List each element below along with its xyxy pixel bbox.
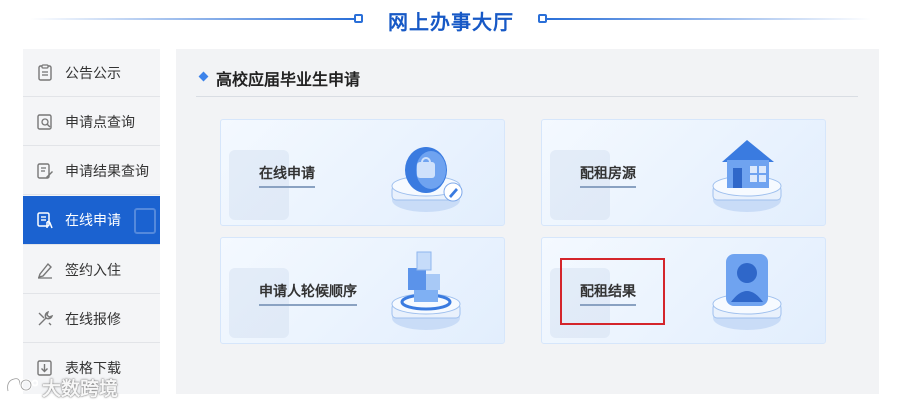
wrench-icon (35, 309, 55, 329)
sidebar-item-sign-checkin[interactable]: 签约入住 (23, 246, 160, 294)
section-title: 高校应届毕业生申请 (216, 72, 361, 89)
active-item-decoration (134, 208, 156, 234)
header-ornament-right (538, 14, 547, 23)
card-applicant-queue-order[interactable]: 申请人轮候顺序 (220, 237, 505, 344)
person-result-illustration (702, 246, 802, 338)
page-header: 网上办事大厅 (0, 0, 901, 40)
sidebar-item-online-apply[interactable]: 在线申请 (23, 196, 160, 245)
sidebar-item-label: 在线申请 (65, 212, 121, 228)
diamond-icon (198, 71, 209, 82)
watermark-text: 大数跨境 (42, 378, 119, 400)
highlight-box (560, 258, 665, 325)
watermark: 大数跨境 (4, 372, 118, 402)
sidebar-item-label: 申请结果查询 (65, 162, 149, 179)
sidebar-item-label: 申请点查询 (65, 113, 135, 130)
header-line-left (30, 18, 354, 20)
edit-doc-icon (35, 161, 55, 181)
sidebar-item-label: 公告公示 (65, 64, 121, 81)
main-panel: 高校应届毕业生申请 在线申请 配租房源 申请人轮候顺序 配租结果 (176, 49, 879, 394)
card-label: 配租房源 (580, 163, 636, 188)
search-doc-icon (35, 112, 55, 132)
sidebar-item-label: 在线报修 (65, 310, 121, 327)
sidebar-item-online-repair[interactable]: 在线报修 (23, 295, 160, 343)
header-ornament-left (354, 14, 363, 23)
sidebar-item-label: 签约入住 (65, 261, 121, 278)
sidebar-item-result-query[interactable]: 申请结果查询 (23, 147, 160, 195)
queue-illustration (381, 246, 481, 338)
sidebar-item-apply-point-query[interactable]: 申请点查询 (23, 98, 160, 146)
page-title: 网上办事大厅 (388, 12, 514, 34)
card-label: 在线申请 (259, 163, 315, 188)
card-online-apply[interactable]: 在线申请 (220, 119, 505, 226)
notice-icon (35, 63, 55, 83)
sign-pen-icon (35, 260, 55, 280)
section-header: 高校应届毕业生申请 (196, 63, 858, 97)
house-illustration (702, 128, 802, 220)
sidebar: 公告公示 申请点查询 申请结果查询 在线申请 签约入住 在线报修 表格下载 (23, 49, 160, 394)
header-line-right (547, 18, 871, 20)
sidebar-item-notice[interactable]: 公告公示 (23, 49, 160, 97)
watermark-logo-icon (4, 373, 39, 402)
online-apply-icon (35, 210, 55, 230)
card-label: 申请人轮候顺序 (259, 281, 357, 306)
online-apply-illustration (381, 128, 481, 220)
card-rental-housing[interactable]: 配租房源 (541, 119, 826, 226)
